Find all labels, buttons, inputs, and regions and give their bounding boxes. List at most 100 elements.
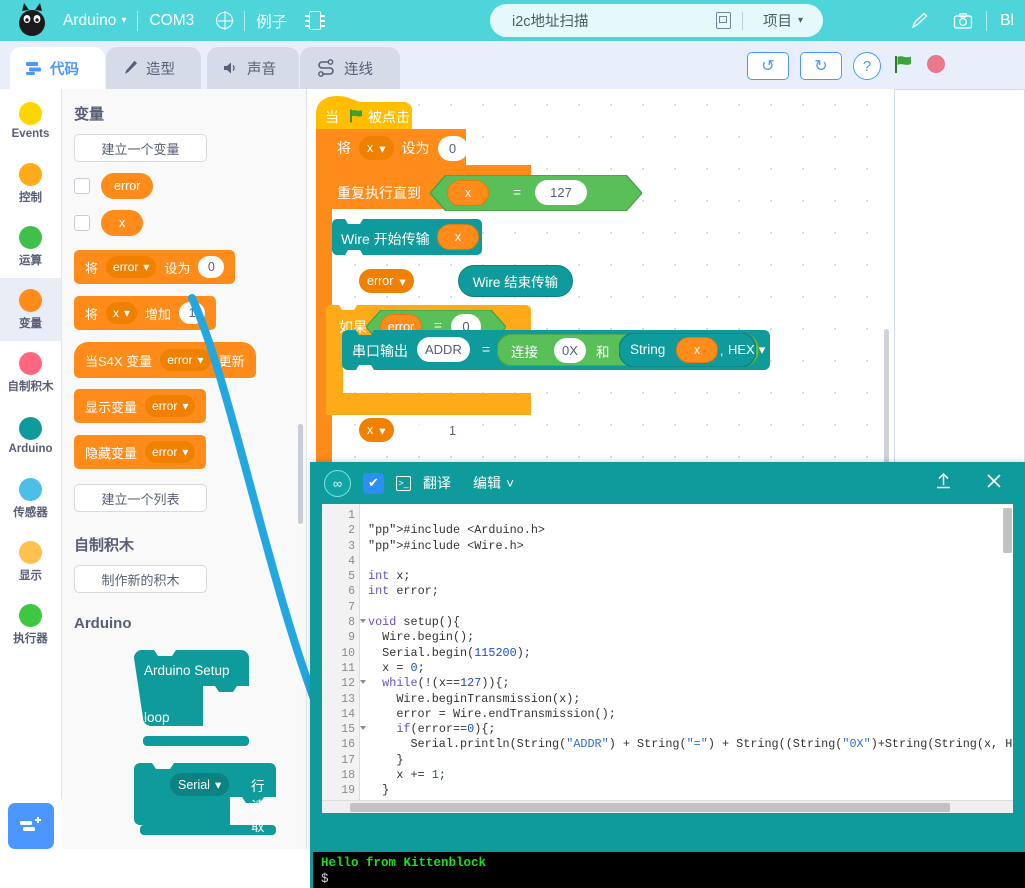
editor-hscroll-thumb[interactable] — [350, 803, 950, 812]
palette-block-show-variable[interactable]: 显示变量 error ▾ — [74, 389, 206, 423]
menu-globe[interactable] — [205, 0, 244, 41]
serial-dropdown[interactable]: Serial ▾ — [170, 773, 229, 796]
palette-scrollbar[interactable] — [298, 424, 303, 524]
wire-begin-arg[interactable]: x — [437, 224, 479, 250]
add-extension-button[interactable] — [8, 803, 54, 849]
workspace-block-serial-print[interactable]: 串口输出 ADDR = 连接 0X 和 String x , HEX ▾ — [342, 330, 770, 375]
block-label-update: 更新 — [219, 351, 245, 370]
terminal-icon[interactable]: >_ — [396, 476, 411, 491]
workspace-block-wire-begin[interactable]: Wire 开始传输 x — [332, 219, 482, 260]
variable-x-reporter[interactable]: x — [101, 210, 143, 236]
category-operators[interactable]: 运算 — [0, 215, 61, 278]
save-icon[interactable] — [716, 12, 731, 29]
redo-button[interactable]: ↻ — [800, 52, 842, 80]
variable-dropdown[interactable]: error ▾ — [145, 395, 195, 417]
wire-end-transmission-reporter[interactable]: Wire 结束传输 — [458, 265, 574, 297]
workspace-block-join[interactable]: 连接 0X 和 String x , HEX ▾ — [497, 334, 759, 371]
category-display[interactable]: 显示 — [0, 530, 61, 593]
close-icon[interactable] — [985, 472, 1003, 495]
variable-dropdown[interactable]: x ▾ — [359, 136, 394, 160]
code-text[interactable]: "pp">#include <Arduino.h>"pp">#include <… — [360, 504, 1013, 800]
camera-icon[interactable] — [942, 0, 984, 41]
category-actuators[interactable]: 执行器 — [0, 593, 61, 656]
editor-horizontal-scrollbar[interactable] — [322, 800, 1013, 813]
category-events[interactable]: Events — [0, 89, 61, 152]
tab-costumes[interactable]: 造型 — [106, 47, 201, 89]
variable-dropdown[interactable]: x ▾ — [359, 418, 394, 442]
chevron-down-icon: ▾ — [215, 777, 221, 792]
upload-icon[interactable] — [934, 471, 953, 495]
category-sensors[interactable]: 传感器 — [0, 467, 61, 530]
category-variables[interactable]: 变量 — [0, 278, 61, 341]
string-arg-var[interactable]: x — [676, 337, 718, 363]
code-panel[interactable]: ∞ ✔ >_ 翻译 编辑 ˅ 1234567891011121314151617… — [310, 462, 1025, 852]
tab-wiring[interactable]: 连线 — [300, 47, 400, 89]
value-input[interactable]: 0 — [438, 136, 468, 161]
make-list-button[interactable]: 建立一个列表 — [74, 484, 207, 512]
pencil-icon[interactable] — [899, 0, 940, 41]
workspace-block-set-x[interactable]: 将 x ▾ 设为 0 — [326, 134, 479, 162]
workspace-block-equals[interactable]: x = 127 — [430, 175, 642, 216]
category-color-dot — [19, 226, 42, 249]
editor-vertical-scrollbar[interactable] — [1003, 508, 1012, 553]
palette-block-arduino-setup[interactable]: Arduino Setup loop — [134, 650, 249, 751]
chevron-down-icon: ▾ — [759, 342, 766, 358]
edit-menu[interactable]: 编辑 ˅ — [473, 473, 514, 493]
fold-arrow-icon[interactable] — [360, 726, 366, 730]
green-flag-icon[interactable] — [892, 53, 914, 80]
tab-sounds[interactable]: 声音 — [207, 47, 299, 89]
menu-chip[interactable] — [298, 0, 332, 41]
workspace-block-repeat-until[interactable]: 重复执行直到 — [326, 177, 432, 209]
project-name-input[interactable]: i2c地址扫描 — [490, 10, 716, 31]
category-my-blocks[interactable]: 自制积木 — [0, 341, 61, 404]
serial-addr-input[interactable]: ADDR — [417, 337, 470, 362]
menu-app-name[interactable]: Arduino ▾ — [52, 0, 137, 41]
make-block-button[interactable]: 制作新的积木 — [74, 565, 207, 593]
variable-dropdown[interactable]: x ▾ — [106, 302, 137, 324]
verify-button[interactable]: ✔ — [363, 473, 384, 494]
make-variable-button[interactable]: 建立一个变量 — [74, 134, 207, 162]
tab-code[interactable]: 代码 — [10, 47, 105, 89]
paintbrush-icon — [121, 59, 139, 77]
variable-dropdown[interactable]: error ▾ — [160, 349, 210, 371]
value-input[interactable]: 1 — [438, 418, 468, 443]
project-menu[interactable]: 项目 ▾ — [743, 10, 823, 31]
menu-examples[interactable]: 例子 — [245, 0, 298, 41]
help-button[interactable]: ? — [853, 52, 881, 80]
fold-arrow-icon[interactable] — [360, 619, 366, 623]
category-arduino[interactable]: Arduino — [0, 404, 61, 467]
kitten-logo[interactable] — [12, 1, 52, 41]
stop-icon[interactable] — [925, 53, 947, 80]
workspace-block-string-hex[interactable]: String x , HEX ▾ — [619, 333, 756, 372]
value-input[interactable]: 0 — [198, 256, 224, 278]
join-part-1[interactable]: 0X — [554, 338, 586, 363]
code-editor[interactable]: 1234567891011121314151617181920212223242… — [322, 504, 1013, 800]
fold-arrow-icon[interactable] — [360, 680, 366, 684]
palette-block-serial-read[interactable]: Serial ▾ 行读取 — [134, 763, 276, 840]
workspace-block-change-x[interactable]: 将 x ▾ 增加 1 — [326, 415, 479, 445]
variable-dropdown[interactable]: error ▾ — [145, 441, 195, 463]
hex-dropdown[interactable]: HEX ▾ — [728, 342, 765, 358]
palette-block-change-variable[interactable]: 将 x ▾ 增加 1 — [74, 296, 216, 330]
tab-sounds-label: 声音 — [247, 58, 276, 79]
variable-dropdown[interactable]: error ▾ — [359, 269, 414, 293]
palette-block-set-variable[interactable]: 将 error ▾ 设为 0 — [74, 250, 235, 284]
variable-checkbox[interactable] — [74, 215, 90, 231]
palette-block-hide-variable[interactable]: 隐藏变量 error ▾ — [74, 435, 206, 469]
block-palette[interactable]: 变量 建立一个变量 error x 将 error ▾ 设为 0 将 x ▾ 增… — [62, 89, 307, 849]
operand-left[interactable]: x — [447, 180, 489, 206]
menu-right-label[interactable]: Bl — [989, 0, 1025, 41]
menu-port[interactable]: COM3 — [138, 0, 205, 41]
variable-checkbox[interactable] — [74, 178, 90, 194]
workspace-block-set-error[interactable]: 将 error ▾ 设为 Wire 结束传输 — [326, 265, 584, 297]
value-input[interactable]: 1 — [179, 302, 205, 324]
serial-terminal[interactable]: Hello from Kittenblock $ — [310, 852, 1025, 888]
undo-button[interactable]: ↺ — [747, 52, 789, 80]
variable-dropdown[interactable]: error ▾ — [106, 256, 156, 278]
palette-block-s4x-update[interactable]: 当S4X 变量 error ▾ 更新 — [74, 342, 256, 378]
variable-error-reporter[interactable]: error — [101, 173, 153, 199]
stage-area[interactable] — [894, 89, 1025, 467]
translate-button[interactable]: 翻译 — [423, 473, 451, 493]
category-control[interactable]: 控制 — [0, 152, 61, 215]
operand-right[interactable]: 127 — [535, 180, 587, 205]
